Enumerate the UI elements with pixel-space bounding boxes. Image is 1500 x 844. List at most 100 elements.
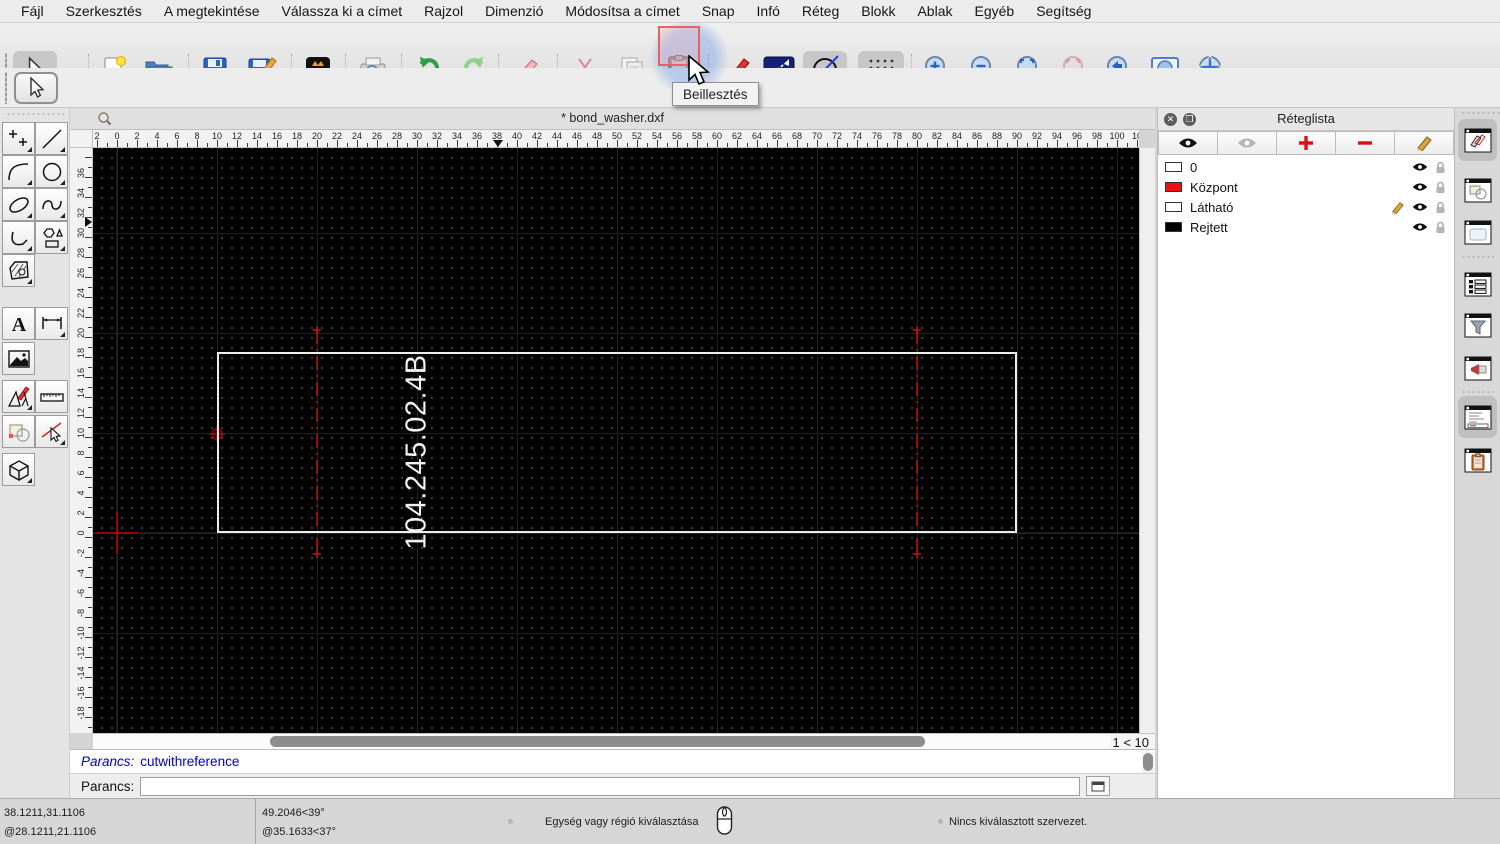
layer-row-Központ[interactable]: Központ xyxy=(1158,177,1454,197)
layer-row-0[interactable]: 0 xyxy=(1158,157,1454,177)
layer-name: 0 xyxy=(1190,159,1198,175)
layer-lock-icon[interactable] xyxy=(1435,161,1446,174)
command-window-button[interactable] xyxy=(1086,776,1111,796)
layer-lock-icon[interactable] xyxy=(1435,221,1446,234)
ruler-top-label: 98 xyxy=(1091,131,1102,141)
hide-all-layers-button[interactable] xyxy=(1218,131,1277,155)
remove-layer-button[interactable] xyxy=(1336,131,1395,155)
layer-edit-icon[interactable] xyxy=(1390,201,1405,214)
ruler-left-label: -18 xyxy=(76,706,86,720)
ruler-top-label: 88 xyxy=(991,131,1002,141)
ruler-top-label: 44 xyxy=(551,131,562,141)
layer-color-swatch[interactable] xyxy=(1165,182,1182,192)
ruler-left-label: -16 xyxy=(76,686,86,700)
menu-item-9[interactable]: Réteg xyxy=(791,0,850,23)
shapes-tool-button[interactable] xyxy=(35,221,68,254)
modify-tool-button[interactable] xyxy=(2,380,35,413)
ruler-left-label: 36 xyxy=(76,168,86,179)
ruler-left-label: 34 xyxy=(76,188,86,199)
layer-color-swatch[interactable] xyxy=(1165,222,1182,232)
zoom-level-indicator: 1 < 10 xyxy=(1112,735,1149,750)
text-tool-button[interactable]: A xyxy=(2,307,35,340)
layer-panel-toolbar xyxy=(1158,131,1454,155)
selection-pointer-button[interactable] xyxy=(14,72,58,104)
layer-panel-header: ✕ ❐ Réteglista xyxy=(1158,108,1454,131)
layer-lock-icon[interactable] xyxy=(1435,181,1446,194)
coordinate-display: 38.1211,31.1106 @28.1211,21.1106 xyxy=(4,804,96,842)
spline-tool-button[interactable] xyxy=(35,188,68,221)
ruler-top-label: 18 xyxy=(291,131,302,141)
menu-item-13[interactable]: Segítség xyxy=(1025,0,1102,23)
line-tool-button[interactable] xyxy=(35,122,68,155)
canvas-horizontal-scrollbar[interactable] xyxy=(93,734,1110,749)
layer-visible-icon[interactable] xyxy=(1412,162,1428,172)
command-prompt-label: Parancs: xyxy=(81,778,135,794)
horizontal-ruler: 2 0 2 4 6 8 10 12 14 16 18 20 22 24 26 28 30 32 34 36 38 40 42… xyxy=(93,130,1139,148)
dock-entity-list-button[interactable] xyxy=(1458,263,1497,305)
dock-filter-button[interactable] xyxy=(1458,304,1497,346)
layer-visible-icon[interactable] xyxy=(1412,202,1428,212)
dock-block-list-button[interactable] xyxy=(1458,169,1497,211)
layer-visible-icon[interactable] xyxy=(1412,222,1428,232)
cursor-arrow-icon xyxy=(30,76,45,98)
show-all-layers-button[interactable] xyxy=(1158,131,1218,155)
hatch-tool-button[interactable] xyxy=(2,254,35,287)
left-tool-palette: A xyxy=(0,108,70,798)
polyline-tool-button[interactable] xyxy=(2,221,35,254)
menu-item-11[interactable]: Ablak xyxy=(906,0,963,23)
command-history-scrollbar-thumb[interactable] xyxy=(1143,753,1153,771)
3d-view-tool-button[interactable] xyxy=(2,453,35,486)
ruler-top-label: 28 xyxy=(391,131,402,141)
layer-list-panel: ✕ ❐ Réteglista 0 Központ Látható Rejtett xyxy=(1157,108,1455,798)
layer-row-Rejtett[interactable]: Rejtett xyxy=(1158,217,1454,237)
layer-color-swatch[interactable] xyxy=(1165,162,1182,172)
command-history: Parancs: cutwithreference xyxy=(70,749,1155,773)
command-input[interactable] xyxy=(140,776,1081,796)
layer-visible-icon[interactable] xyxy=(1412,182,1428,192)
layer-color-swatch[interactable] xyxy=(1165,202,1182,212)
menu-item-4[interactable]: Rajzol xyxy=(413,0,474,23)
drawing-canvas[interactable]: 104.245.02.4B xyxy=(93,148,1139,733)
menu-item-12[interactable]: Egyéb xyxy=(964,0,1026,23)
dock-messages-button[interactable] xyxy=(1458,347,1497,389)
layer-name: Központ xyxy=(1190,179,1238,195)
dock-layer-list-button[interactable] xyxy=(1458,119,1497,161)
menu-item-0[interactable]: Fájl xyxy=(10,0,55,23)
dock-command-line-button[interactable] xyxy=(1458,396,1497,438)
menu-item-6[interactable]: Módosítsa a címet xyxy=(554,0,690,23)
ruler-top-label: 56 xyxy=(671,131,682,141)
edit-layer-button[interactable] xyxy=(1395,131,1454,155)
arc-tool-button[interactable] xyxy=(2,155,35,188)
layer-lock-icon[interactable] xyxy=(1435,201,1446,214)
menu-item-2[interactable]: A megtekintése xyxy=(153,0,271,23)
circle-tool-button[interactable] xyxy=(35,155,68,188)
dimension-tool-button[interactable] xyxy=(35,307,68,340)
menu-item-10[interactable]: Blokk xyxy=(850,0,906,23)
ruler-top-label: 42 xyxy=(531,131,542,141)
dock-library-browser-button[interactable] xyxy=(1458,211,1497,253)
select-entities-tool-button[interactable] xyxy=(35,415,68,448)
menu-item-7[interactable]: Snap xyxy=(691,0,746,23)
ruler-top-label: 94 xyxy=(1051,131,1062,141)
ruler-top-label: 78 xyxy=(891,131,902,141)
points-tool-button[interactable] xyxy=(2,122,35,155)
measure-tool-button[interactable] xyxy=(35,380,68,413)
vertical-ruler: 36 34 32 30 28 26 24 22 20 18 16 14 12 10 8 6 4 2 0 -2 -4 -6-… xyxy=(70,148,93,733)
dock-clipboard-button[interactable] xyxy=(1458,439,1497,481)
menu-item-8[interactable]: Infó xyxy=(746,0,791,23)
menu-item-5[interactable]: Dimenzió xyxy=(474,0,554,23)
menu-item-1[interactable]: Szerkesztés xyxy=(55,0,153,23)
washer-rectangle-entity xyxy=(217,352,1017,533)
image-tool-button[interactable] xyxy=(2,342,35,375)
ruler-top-label: 84 xyxy=(951,131,962,141)
ruler-top-label: 24 xyxy=(351,131,362,141)
horizontal-scrollbar-thumb[interactable] xyxy=(270,736,925,747)
command-history-scrollbar[interactable] xyxy=(1142,752,1154,773)
ellipse-tool-button[interactable] xyxy=(2,188,35,221)
add-layer-button[interactable] xyxy=(1277,131,1336,155)
ruler-top-label: 30 xyxy=(411,131,422,141)
canvas-vertical-scrollbar[interactable] xyxy=(1139,148,1155,733)
block-tool-button[interactable] xyxy=(2,415,35,448)
menu-item-3[interactable]: Válassza ki a címet xyxy=(271,0,414,23)
layer-row-Látható[interactable]: Látható xyxy=(1158,197,1454,217)
